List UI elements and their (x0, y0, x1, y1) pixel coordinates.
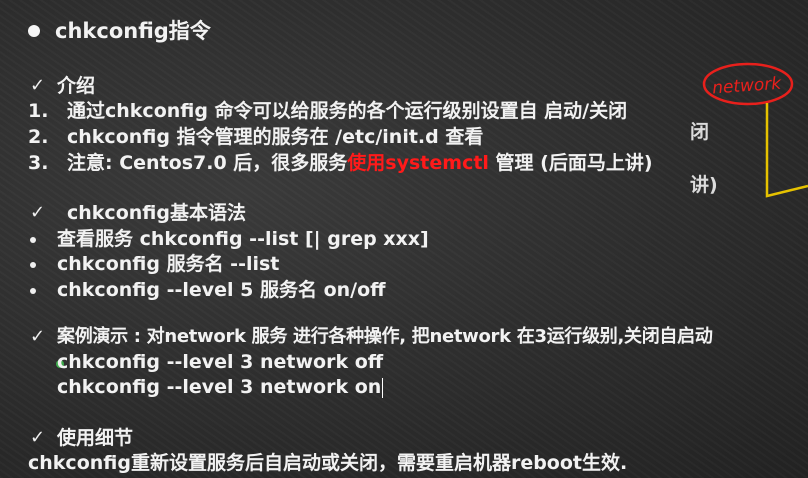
intro-item-3-pre: 注意: Centos7.0 后，很多服务 (67, 152, 348, 174)
intro-heading: 介绍 (57, 75, 96, 97)
list-bullet-icon (30, 237, 36, 243)
list-bullet-icon (30, 262, 36, 268)
intro-item-num-3: 3. (28, 152, 49, 174)
intro-item-3: 注意: Centos7.0 后，很多服务使用systemctl 管理 (后面马上… (67, 152, 653, 174)
details-heading: 使用细节 (57, 427, 134, 449)
checkmark-icon: ✓ (30, 427, 46, 448)
page-title: chkconfig指令 (55, 19, 211, 43)
annotation-text: network (712, 74, 783, 99)
intro-item-2: chkconfig 指令管理的服务在 /etc/init.d 查看 (67, 126, 484, 148)
syntax-heading: chkconfig基本语法 (67, 202, 246, 224)
text-caret (382, 377, 384, 398)
intro-item-num-2: 2. (28, 126, 49, 148)
intro-item-1: 通过chkconfig 命令可以给服务的各个运行级别设置自 启动/关闭 (67, 100, 628, 122)
background-fragment-1: 闭 (690, 121, 710, 143)
annotation-line (765, 103, 808, 198)
intro-item-num-1: 1. (28, 100, 49, 122)
checkmark-icon: ✓ (30, 75, 46, 96)
example-heading: 案例演示 : 对network 服务 进行各种操作, 把network 在3运行… (57, 326, 713, 347)
title-bullet-icon (28, 25, 40, 37)
intro-item-3-post: 管理 (后面马上讲) (488, 152, 653, 174)
systemctl-highlight: 使用systemctl (347, 152, 489, 174)
syntax-item-2: chkconfig 服务名 --list (57, 253, 280, 275)
checkmark-icon: ✓ (30, 202, 46, 223)
syntax-item-1: 查看服务 chkconfig --list [| grep xxx] (57, 228, 429, 250)
annotation-circle (702, 62, 794, 106)
example-command-2: chkconfig --level 3 network on (57, 376, 384, 398)
list-bullet-icon (30, 288, 36, 294)
example-command-1: chkconfig --level 3 network off (57, 351, 384, 373)
syntax-item-3: chkconfig --level 5 服务名 on/off (57, 279, 386, 301)
example-command-2-text: chkconfig --level 3 network on (57, 376, 382, 398)
details-text: chkconfig重新设置服务后自启动或关闭，需要重启机器reboot生效. (28, 452, 628, 474)
checkmark-icon: ✓ (30, 326, 46, 347)
background-fragment-2: 讲) (690, 174, 718, 196)
